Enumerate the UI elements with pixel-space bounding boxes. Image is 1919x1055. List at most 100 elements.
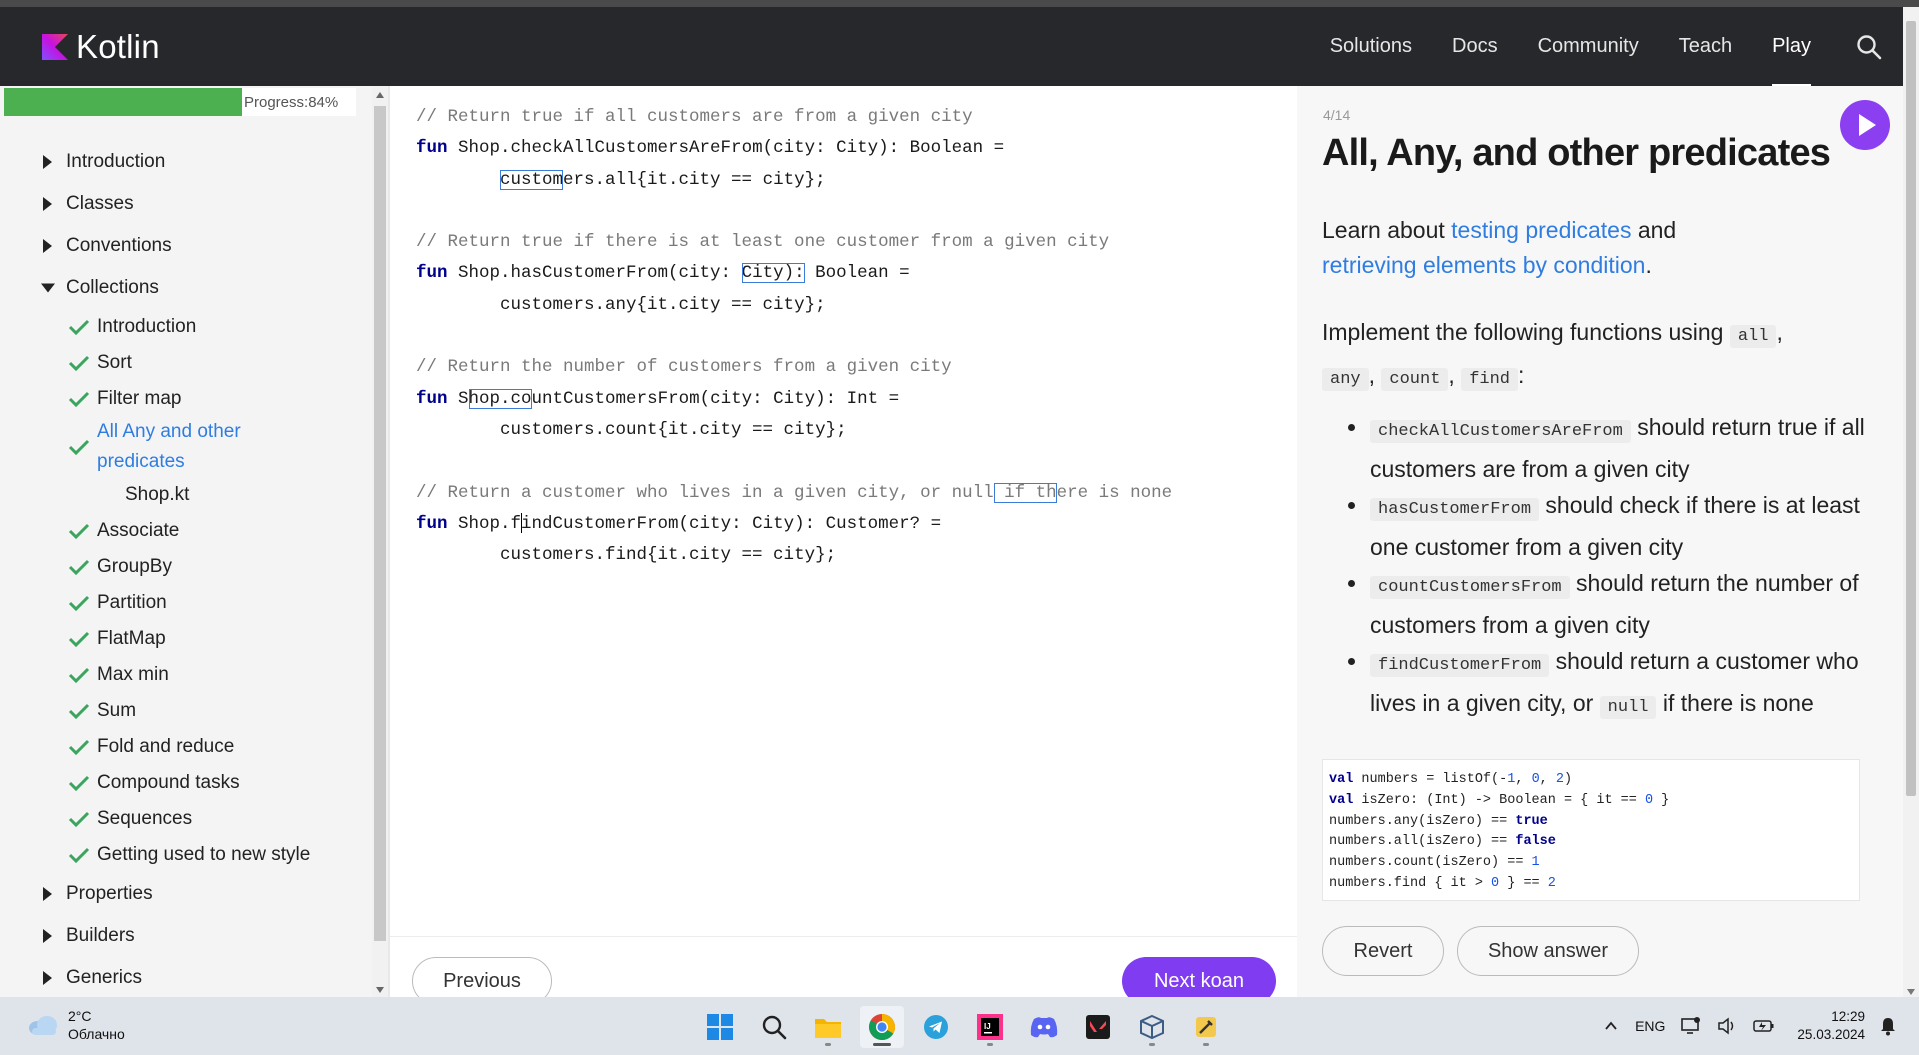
running-indicator bbox=[825, 1043, 831, 1046]
notification-bell-icon[interactable] bbox=[1879, 1016, 1897, 1036]
show-answer-button[interactable]: Show answer bbox=[1457, 926, 1639, 976]
code-selection: if th bbox=[993, 482, 1057, 503]
scroll-down-arrow-icon[interactable] bbox=[376, 987, 384, 993]
code-selection: custom bbox=[500, 169, 564, 190]
taskbar-search-button[interactable] bbox=[752, 1006, 796, 1048]
weather-condition-label: Облачно bbox=[68, 1026, 125, 1042]
koan-sort[interactable]: Sort bbox=[0, 345, 360, 381]
caret-right-icon bbox=[43, 155, 52, 169]
koan-fold-reduce[interactable]: Fold and reduce bbox=[0, 729, 360, 765]
sample-line: numbers.find { it > 0 } == 2 bbox=[1329, 874, 1853, 895]
code-text: } == bbox=[1499, 875, 1548, 891]
code-line: customers.all{it.city == city}; bbox=[416, 165, 1172, 196]
chevron-up-icon[interactable] bbox=[1603, 1018, 1619, 1034]
task-instruction: Implement the following functions using … bbox=[1322, 313, 1882, 399]
nav-docs[interactable]: Docs bbox=[1452, 7, 1498, 86]
section-conventions[interactable]: Conventions bbox=[0, 225, 360, 267]
koan-label: Associate bbox=[97, 520, 180, 541]
section-collections[interactable]: Collections bbox=[0, 267, 360, 309]
koan-groupby[interactable]: GroupBy bbox=[0, 549, 360, 585]
code-editor[interactable]: // Return true if all customers are from… bbox=[390, 86, 1297, 936]
progress-bar: Progress:84% bbox=[4, 88, 356, 116]
koan-introduction[interactable]: Introduction bbox=[0, 309, 360, 345]
scroll-up-arrow-icon[interactable] bbox=[376, 92, 384, 98]
run-button[interactable] bbox=[1840, 100, 1890, 150]
file-shop-kt[interactable]: Shop.kt bbox=[0, 477, 360, 513]
virtualbox-button[interactable] bbox=[1130, 1006, 1174, 1048]
telegram-button[interactable] bbox=[914, 1006, 958, 1048]
sample-line: val isZero: (Int) -> Boolean = { it == 0… bbox=[1329, 791, 1853, 812]
section-label: Properties bbox=[66, 883, 153, 904]
file-label: Shop.kt bbox=[125, 484, 190, 505]
code-text: ers.all{it.city == city}; bbox=[563, 169, 826, 190]
code-text: numbers.count(isZero) == bbox=[1329, 855, 1532, 871]
koan-filter-map[interactable]: Filter map bbox=[0, 381, 360, 417]
code-comment: // Return true if all customers are from… bbox=[416, 107, 973, 127]
section-builders[interactable]: Builders bbox=[0, 915, 360, 957]
scroll-down-arrow-icon[interactable] bbox=[1907, 989, 1915, 995]
search-icon[interactable] bbox=[1855, 33, 1883, 61]
start-button[interactable] bbox=[698, 1006, 742, 1048]
discord-button[interactable] bbox=[1022, 1006, 1066, 1048]
kotlin-logo[interactable]: Kotlin bbox=[42, 28, 160, 65]
checkmark-icon bbox=[68, 355, 90, 372]
koan-sum[interactable]: Sum bbox=[0, 693, 360, 729]
chrome-button[interactable] bbox=[860, 1006, 904, 1048]
retrieving-elements-link[interactable]: retrieving elements by condition bbox=[1322, 252, 1645, 278]
weather-text: 2°C Облачно bbox=[68, 1007, 125, 1043]
sample-line: numbers.count(isZero) == 1 bbox=[1329, 853, 1853, 874]
checkmark-icon bbox=[68, 847, 90, 864]
code-comment: // Return true if there is at least one … bbox=[416, 232, 1110, 253]
koan-label: Max min bbox=[97, 664, 169, 685]
code-line: customers.any{it.city == city}; bbox=[416, 290, 1172, 321]
revert-button[interactable]: Revert bbox=[1322, 926, 1444, 976]
testing-predicates-link[interactable]: testing predicates bbox=[1451, 217, 1631, 243]
section-introduction[interactable]: Introduction bbox=[0, 141, 360, 183]
section-label: Introduction bbox=[66, 151, 166, 172]
weather-widget[interactable]: 2°C Облачно bbox=[26, 1007, 125, 1043]
intellij-button[interactable]: IJ bbox=[968, 1006, 1012, 1048]
section-properties[interactable]: Properties bbox=[0, 873, 360, 915]
page-scrollbar[interactable] bbox=[1903, 7, 1919, 997]
sidebar-scrollbar[interactable] bbox=[372, 86, 388, 997]
nav-solutions[interactable]: Solutions bbox=[1330, 7, 1412, 86]
koan-partition[interactable]: Partition bbox=[0, 585, 360, 621]
nav-community[interactable]: Community bbox=[1538, 7, 1639, 86]
koan-flatmap[interactable]: FlatMap bbox=[0, 621, 360, 657]
code-text: numbers = listOf(- bbox=[1353, 772, 1508, 787]
instruction-text: : bbox=[1518, 362, 1525, 388]
sidebar-scrollbar-thumb[interactable] bbox=[374, 106, 386, 941]
start-icon bbox=[707, 1014, 733, 1040]
code-keyword: fun bbox=[416, 138, 448, 159]
koan-compound-tasks[interactable]: Compound tasks bbox=[0, 765, 360, 801]
koan-label: GroupBy bbox=[97, 556, 172, 577]
file-explorer-button[interactable] bbox=[806, 1006, 850, 1048]
koan-associate[interactable]: Associate bbox=[0, 513, 360, 549]
inline-code: find bbox=[1461, 368, 1518, 391]
nav-play[interactable]: Play bbox=[1772, 7, 1811, 86]
section-generics[interactable]: Generics bbox=[0, 957, 360, 997]
valorant-button[interactable] bbox=[1076, 1006, 1120, 1048]
tools-button[interactable] bbox=[1184, 1006, 1228, 1048]
list-item: hasCustomerFrom should check if there is… bbox=[1322, 487, 1882, 565]
section-classes[interactable]: Classes bbox=[0, 183, 360, 225]
running-indicator bbox=[1149, 1043, 1155, 1046]
koan-new-style[interactable]: Getting used to new style bbox=[0, 837, 360, 873]
code-content[interactable]: // Return true if all customers are from… bbox=[416, 102, 1172, 571]
volume-icon[interactable] bbox=[1717, 1017, 1737, 1035]
language-indicator[interactable]: ENG bbox=[1635, 1018, 1665, 1034]
taskbar-apps: IJ bbox=[693, 1006, 1233, 1048]
discord-icon bbox=[1030, 1017, 1058, 1038]
network-icon[interactable] bbox=[1681, 1017, 1701, 1035]
koan-max-min[interactable]: Max min bbox=[0, 657, 360, 693]
battery-icon[interactable] bbox=[1753, 1018, 1775, 1034]
code-comment: // Return the number of customers from a… bbox=[416, 357, 952, 378]
page-scrollbar-thumb[interactable] bbox=[1906, 21, 1916, 796]
system-clock[interactable]: 12:29 25.03.2024 bbox=[1797, 1008, 1865, 1044]
koan-all-any-predicates[interactable]: All Any and other predicates bbox=[0, 417, 360, 477]
koans-sidebar: Progress:84% Introduction Classes Conven… bbox=[0, 86, 372, 997]
koan-sequences[interactable]: Sequences bbox=[0, 801, 360, 837]
code-text: , bbox=[1515, 772, 1532, 787]
checkmark-icon bbox=[68, 319, 90, 336]
nav-teach[interactable]: Teach bbox=[1679, 7, 1732, 86]
